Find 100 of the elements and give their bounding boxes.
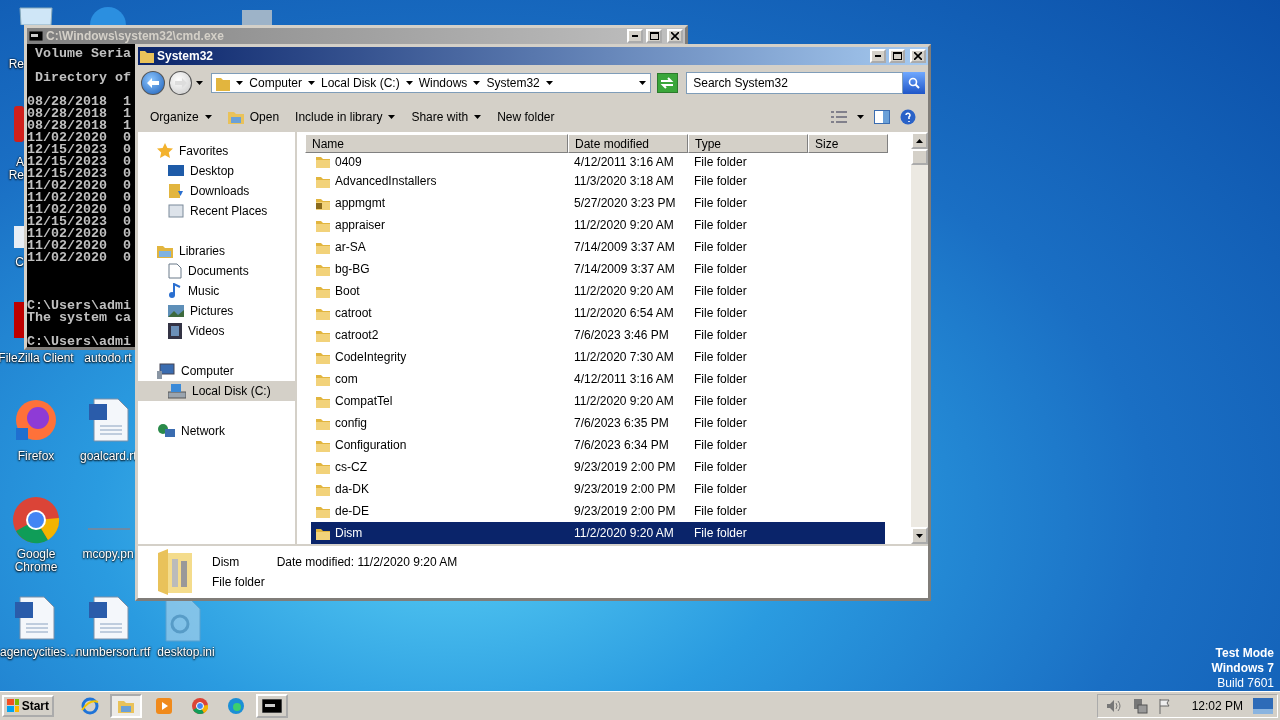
toolbar-button[interactable]: Organize (144, 107, 218, 126)
toolbar-button[interactable]: New folder (491, 107, 561, 126)
close-button[interactable] (667, 29, 683, 43)
search-button[interactable] (903, 72, 925, 94)
network-icon (157, 423, 175, 439)
nav-item[interactable]: Downloads (138, 181, 295, 201)
column-header[interactable]: Date modified (568, 134, 688, 153)
speaker-icon[interactable] (1105, 699, 1122, 713)
file-date: 9/23/2019 2:00 PM (573, 482, 677, 496)
refresh-button[interactable] (656, 73, 679, 93)
nav-item[interactable]: Pictures (138, 301, 295, 321)
file-row[interactable]: AdvancedInstallers 11/3/2020 3:18 AM File folder (311, 170, 885, 192)
nav-item[interactable]: Network (138, 421, 295, 441)
file-row[interactable]: da-DK 9/23/2019 2:00 PM File folder (311, 478, 885, 500)
minimize-button[interactable] (627, 29, 643, 43)
computer-icon (157, 363, 175, 379)
file-type: File folder (693, 504, 748, 518)
minimize-button[interactable] (870, 49, 886, 63)
file-row[interactable]: CompatTel 11/2/2020 9:20 AM File folder (311, 390, 885, 412)
file-row[interactable]: Dism 11/2/2020 9:20 AM File folder (311, 522, 885, 544)
file-name: Boot (335, 284, 360, 298)
nav-item[interactable]: Desktop (138, 161, 295, 181)
scroll-thumb[interactable] (911, 149, 928, 165)
window-title: System32 (157, 49, 215, 63)
file-type: File folder (693, 526, 748, 540)
toolbar-button[interactable]: Include in library (289, 107, 402, 126)
file-date: 7/6/2023 6:35 PM (573, 416, 670, 430)
nav-item[interactable]: Favorites (138, 141, 295, 161)
nav-item[interactable]: Libraries (138, 241, 295, 261)
maximize-button[interactable] (889, 49, 905, 63)
search-field[interactable]: Search System32 (686, 72, 903, 94)
file-type: File folder (693, 174, 748, 188)
desktop-icon-label[interactable]: agencycities… (0, 646, 76, 659)
file-name: appmgmt (335, 196, 386, 210)
file-row[interactable]: CodeIntegrity 11/2/2020 7:30 AM File folder (311, 346, 885, 368)
breadcrumb[interactable]: Computer (249, 76, 302, 90)
console-line: C:\Users\admi (27, 300, 131, 312)
file-row[interactable]: com 4/12/2011 3:16 AM File folder (311, 368, 885, 390)
file-row[interactable]: catroot 11/2/2020 6:54 AM File folder (311, 302, 885, 324)
star-icon (157, 143, 173, 159)
desktop-icon-label[interactable]: FileZilla Client (0, 352, 76, 365)
file-date: 11/3/2020 3:18 AM (573, 174, 675, 188)
start-button[interactable]: Start (2, 695, 54, 717)
watermark-text: Build 7601 (1217, 676, 1274, 691)
toolbar-button[interactable]: Share with (405, 107, 488, 126)
file-row[interactable]: 0409 4/12/2011 3:16 AM File folder (311, 153, 885, 170)
breadcrumb[interactable]: Local Disk (C:) (321, 76, 400, 90)
close-button[interactable] (910, 49, 926, 63)
nav-item[interactable]: Computer (138, 361, 295, 381)
downloads-folder-icon (168, 183, 184, 199)
file-row[interactable]: catroot2 7/6/2023 3:46 PM File folder (311, 324, 885, 346)
scroll-down-button[interactable] (911, 527, 928, 544)
nav-item[interactable]: Music (138, 281, 295, 301)
view-list-icon[interactable] (831, 110, 847, 123)
show-desktop-icon[interactable] (1253, 698, 1273, 714)
file-type: File folder (693, 460, 748, 474)
toolbar-button[interactable]: Open (221, 107, 286, 126)
column-header[interactable]: Type (688, 134, 808, 153)
file-row[interactable]: Boot 11/2/2020 9:20 AM File folder (311, 280, 885, 302)
breadcrumb[interactable]: Windows (418, 76, 468, 90)
maximize-button[interactable] (646, 29, 662, 43)
details-date: Date modified: 11/2/2020 9:20 AM (276, 555, 458, 569)
console-line: The system ca (27, 312, 131, 324)
desktop-icon-label[interactable]: Re (0, 58, 24, 71)
nav-item[interactable]: Documents (138, 261, 295, 281)
desktop-icon-label[interactable]: C (0, 256, 24, 269)
network-icon[interactable] (1131, 698, 1148, 714)
media-player-icon (155, 697, 173, 715)
nav-item[interactable]: Recent Places (138, 201, 295, 221)
nav-item[interactable]: Videos (138, 321, 295, 341)
app-icon (14, 104, 24, 144)
caret-icon (473, 81, 481, 85)
forward-button[interactable] (168, 71, 193, 95)
file-date: 4/12/2011 3:16 AM (573, 372, 675, 386)
file-row[interactable]: cs-CZ 9/23/2019 2:00 PM File folder (311, 456, 885, 478)
folder-icon (316, 306, 330, 320)
file-row[interactable]: ar-SA 7/14/2009 3:37 AM File folder (311, 236, 885, 258)
folder-icon (316, 438, 330, 452)
breadcrumb[interactable]: System32 (486, 76, 540, 90)
file-date: 7/14/2009 3:37 AM (573, 240, 676, 254)
file-row[interactable]: config 7/6/2023 6:35 PM File folder (311, 412, 885, 434)
help-icon[interactable] (900, 108, 916, 125)
file-row[interactable]: bg-BG 7/14/2009 3:37 AM File folder (311, 258, 885, 280)
back-button[interactable] (141, 71, 165, 95)
column-header[interactable]: Name (305, 134, 568, 153)
browser-icon (81, 697, 99, 715)
file-row[interactable]: de-DE 9/23/2019 2:00 PM File folder (311, 500, 885, 522)
file-row[interactable]: appmgmt 5/27/2020 3:23 PM File folder (311, 192, 885, 214)
file-row[interactable]: appraiser 11/2/2020 9:20 AM File folder (311, 214, 885, 236)
file-date: 11/2/2020 9:20 AM (573, 526, 675, 540)
maximize-icon (649, 32, 659, 40)
folder-icon (316, 240, 330, 254)
column-header[interactable]: Size (808, 134, 888, 153)
taskbar-button[interactable] (256, 694, 288, 718)
preview-pane-icon[interactable] (874, 109, 890, 124)
address-bar[interactable]: Computer Local Disk (C:) Windows System32 (211, 73, 651, 93)
file-row[interactable]: Configuration 7/6/2023 6:34 PM File folder (311, 434, 885, 456)
nav-item[interactable]: Local Disk (C:) (138, 381, 295, 401)
scroll-up-button[interactable] (911, 132, 928, 149)
desktop-icon-label[interactable]: A Re (0, 156, 24, 182)
